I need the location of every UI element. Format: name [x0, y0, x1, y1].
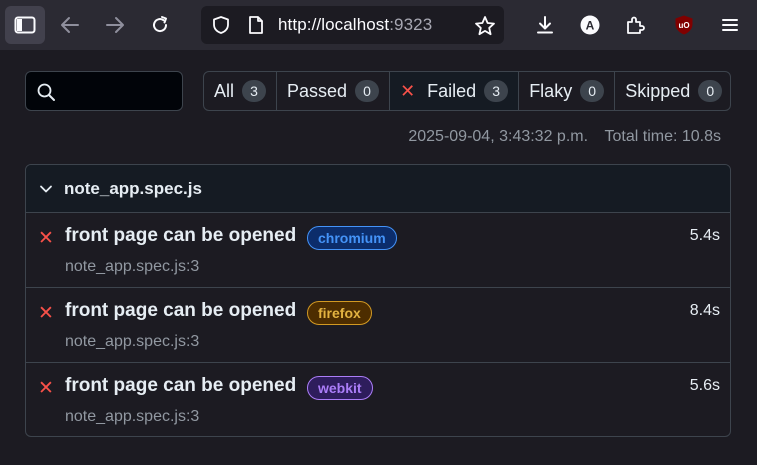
extensions-icon	[627, 16, 645, 34]
filter-flaky[interactable]: Flaky 0	[519, 72, 616, 110]
test-title[interactable]: front page can be opened	[65, 375, 296, 397]
test-duration: 8.4s	[689, 302, 720, 319]
page-icon[interactable]	[247, 15, 265, 35]
forward-arrow-icon	[106, 17, 124, 33]
url-port: :9323	[389, 15, 433, 34]
forward-button[interactable]	[95, 6, 135, 44]
search-icon	[37, 83, 55, 101]
test-file-group: note_app.spec.js ✕ front page can be ope…	[25, 164, 731, 437]
test-row[interactable]: ✕ front page can be opened webkit note_a…	[26, 363, 730, 436]
browser-toolbar: http://localhost:9323 A uO	[0, 0, 757, 50]
filter-label: Flaky	[529, 80, 573, 101]
url-bar[interactable]: http://localhost:9323	[201, 6, 504, 44]
reload-button[interactable]	[140, 6, 180, 44]
report-meta: 2025-09-04, 3:43:32 p.m. Total time: 10.…	[408, 128, 721, 146]
failed-x-icon: ✕	[400, 80, 416, 101]
filter-label: All	[214, 80, 235, 101]
test-location: note_app.spec.js:3	[65, 408, 200, 425]
filter-skipped[interactable]: Skipped 0	[615, 72, 730, 110]
chevron-down-icon[interactable]	[39, 182, 53, 196]
test-row[interactable]: ✕ front page can be opened firefox note_…	[26, 288, 730, 363]
failed-x-icon: ✕	[38, 378, 54, 399]
file-header[interactable]: note_app.spec.js	[26, 165, 730, 213]
sidebar-toggle-button[interactable]	[5, 6, 45, 44]
total-time: Total time: 10.8s	[604, 128, 722, 145]
url-host: http://localhost	[278, 15, 390, 34]
project-tag[interactable]: chromium	[307, 226, 397, 250]
filter-count-badge: 0	[698, 80, 723, 102]
account-button[interactable]: A	[570, 6, 610, 44]
download-icon	[537, 16, 553, 34]
extensions-button[interactable]	[615, 6, 655, 44]
back-arrow-icon	[61, 17, 79, 33]
filter-count-badge: 0	[580, 80, 605, 102]
shield-icon[interactable]	[211, 15, 231, 35]
search-input[interactable]	[25, 71, 183, 111]
svg-text:A: A	[586, 19, 595, 33]
test-row[interactable]: ✕ front page can be opened chromium note…	[26, 213, 730, 288]
project-tag[interactable]: firefox	[307, 301, 372, 325]
menu-button[interactable]	[710, 6, 750, 44]
filter-failed[interactable]: ✕ Failed 3	[390, 72, 520, 110]
report-timestamp: 2025-09-04, 3:43:32 p.m.	[408, 128, 589, 145]
filter-count-badge: 3	[242, 80, 267, 102]
menu-icon	[722, 19, 738, 31]
back-button[interactable]	[50, 6, 90, 44]
ublock-icon: uO	[675, 15, 693, 35]
test-title[interactable]: front page can be opened	[65, 300, 296, 322]
test-duration: 5.6s	[689, 377, 720, 394]
test-location: note_app.spec.js:3	[65, 258, 200, 275]
file-name: note_app.spec.js	[64, 178, 202, 198]
filter-count-badge: 0	[355, 80, 380, 102]
filter-label: Skipped	[625, 80, 691, 101]
star-icon[interactable]	[474, 15, 496, 37]
downloads-button[interactable]	[525, 6, 565, 44]
filter-all[interactable]: All 3	[204, 72, 278, 110]
sidebar-icon	[14, 16, 36, 34]
filter-passed[interactable]: Passed 0	[277, 72, 391, 110]
ublock-button[interactable]: uO	[664, 6, 704, 44]
test-duration: 5.4s	[689, 227, 720, 244]
test-location: note_app.spec.js:3	[65, 333, 200, 350]
reload-icon	[153, 16, 168, 33]
filter-label: Failed	[427, 80, 477, 101]
failed-x-icon: ✕	[38, 303, 54, 324]
failed-x-icon: ✕	[38, 228, 54, 249]
project-tag[interactable]: webkit	[307, 376, 373, 400]
svg-text:uO: uO	[678, 21, 689, 30]
url-text: http://localhost:9323	[278, 15, 432, 35]
status-filter-bar: All 3 Passed 0 ✕ Failed 3 Flaky 0 Skippe…	[203, 71, 731, 111]
account-icon: A	[580, 15, 600, 35]
filter-label: Passed	[287, 80, 348, 101]
filter-count-badge: 3	[484, 80, 509, 102]
test-title[interactable]: front page can be opened	[65, 225, 296, 247]
